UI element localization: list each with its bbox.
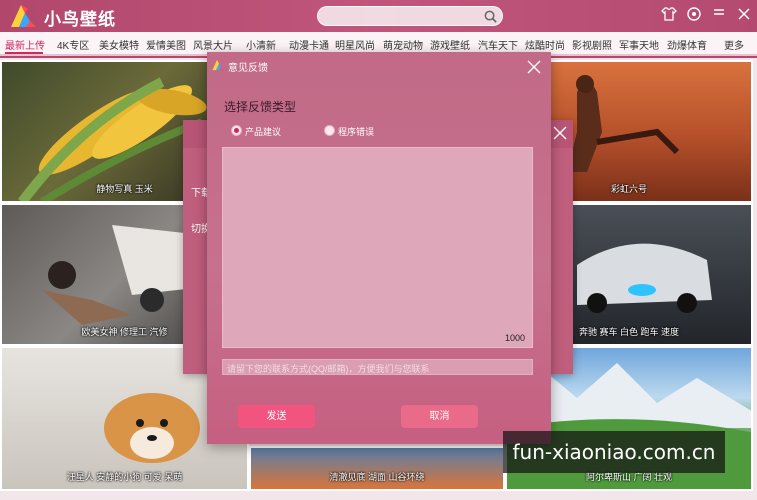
nav-item-scenery[interactable]: 风景大片 [193, 37, 233, 52]
nav-item-love[interactable]: 爱情美图 [146, 37, 186, 52]
nav-item-models[interactable]: 美女模特 [99, 37, 139, 52]
nav-item-fresh[interactable]: 小清新 [246, 37, 276, 52]
search-input[interactable] [317, 6, 503, 26]
cancel-button[interactable]: 取消 [401, 405, 478, 428]
shirt-icon[interactable] [660, 5, 678, 23]
menu-icon[interactable] [710, 5, 728, 23]
search-icon[interactable] [483, 9, 498, 24]
app-logo [11, 5, 36, 27]
app-title: 小鸟壁纸 [44, 10, 116, 29]
feedback-dialog: 意见反馈 选择反馈类型 产品建议 程序错误 1000 请留下您的联系方式(QQ/… [207, 52, 551, 444]
nav-item-more[interactable]: 更多 [724, 37, 744, 52]
nav-item-4k[interactable]: 4K专区 [57, 37, 89, 52]
nav-item-sports[interactable]: 劲爆体育 [667, 37, 707, 52]
contact-input[interactable]: 请留下您的联系方式(QQ/邮箱)，方便我们与您联系 [222, 359, 533, 375]
watermark-text: fun-xiaoniao.com.cn [503, 431, 725, 473]
app-logo-icon [212, 59, 225, 71]
tile-caption: 清澈见底 湖面 山谷环绕 [329, 472, 425, 482]
radio-label: 程序错误 [338, 127, 375, 137]
settings-icon[interactable] [685, 5, 703, 23]
nav-item-movies[interactable]: 影视剧照 [572, 37, 612, 52]
nav-item-cars[interactable]: 汽车天下 [478, 37, 518, 52]
feedback-type-heading: 选择反馈类型 [224, 100, 297, 114]
nav-active-underline [5, 52, 43, 54]
close-icon[interactable] [735, 5, 753, 23]
radio-checked-icon[interactable] [231, 125, 242, 136]
nav-item-games[interactable]: 游戏壁纸 [430, 37, 470, 52]
char-count: 1000 [504, 333, 525, 343]
radio-unchecked-icon[interactable] [324, 125, 335, 136]
feedback-content-textarea[interactable]: 1000 [222, 147, 533, 348]
close-icon[interactable] [527, 60, 541, 74]
nav-item-fashion[interactable]: 炫酷时尚 [525, 37, 565, 52]
nav-item-stars[interactable]: 明星风尚 [335, 37, 375, 52]
nav-item-military[interactable]: 军事天地 [619, 37, 659, 52]
feedback-dialog-titlebar: 意见反馈 [207, 52, 551, 82]
wallpaper-tile[interactable]: 清澈见底 湖面 山谷环绕 [249, 446, 505, 491]
nav-item-anime[interactable]: 动漫卡通 [289, 37, 329, 52]
tile-caption: 汪星人 安静的小狗 可爱 呆萌 [66, 472, 183, 482]
title-bar: 小鸟壁纸 [0, 0, 757, 32]
send-button[interactable]: 发送 [238, 405, 315, 428]
close-icon[interactable] [551, 124, 569, 142]
nav-item-latest[interactable]: 最新上传 [5, 37, 45, 52]
feedback-dialog-title: 意见反馈 [228, 63, 268, 74]
radio-label: 产品建议 [245, 127, 282, 137]
nav-item-pets[interactable]: 萌宠动物 [383, 37, 423, 52]
